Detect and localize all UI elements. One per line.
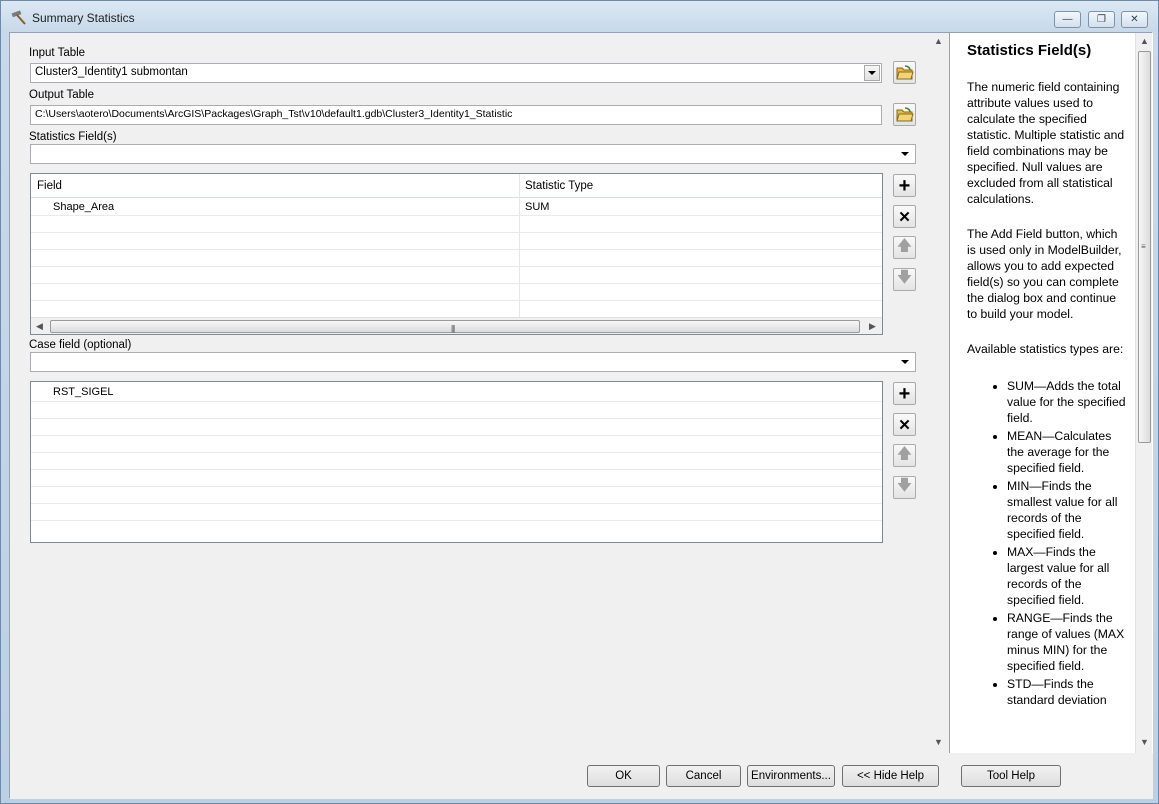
help-paragraph: Available statistics types are: <box>967 342 1124 356</box>
help-paragraph: The numeric field containing attribute v… <box>967 80 1125 206</box>
list-item: SUM—Adds the total value for the specifi… <box>1007 378 1129 426</box>
help-panel: Statistics Field(s) The numeric field co… <box>949 33 1153 753</box>
column-header-statistic-type[interactable]: Statistic Type <box>525 180 593 192</box>
folder-open-icon <box>895 65 914 80</box>
environments-button[interactable]: Environments... <box>747 765 835 787</box>
list-item: MAX—Finds the largest value for all reco… <box>1007 544 1129 608</box>
arrow-down-icon: 🡇 <box>896 477 913 494</box>
list-item[interactable] <box>31 487 882 504</box>
browse-input-button[interactable] <box>893 61 916 84</box>
scrollbar-thumb[interactable]: ||| <box>50 320 860 333</box>
scroll-left-icon[interactable]: ◀ <box>36 321 43 332</box>
list-item[interactable]: RST_SIGEL <box>31 382 882 402</box>
maximize-button[interactable]: ❐ <box>1088 11 1115 28</box>
chevron-down-icon[interactable] <box>897 146 913 162</box>
hide-help-button[interactable]: << Hide Help <box>842 765 939 787</box>
window-title: Summary Statistics <box>32 11 135 25</box>
output-table-input[interactable]: C:\Users\aotero\Documents\ArcGIS\Package… <box>30 105 882 125</box>
table-row[interactable] <box>31 250 882 267</box>
scroll-right-icon[interactable]: ▶ <box>869 321 876 332</box>
statistics-types-list: SUM—Adds the total value for the specifi… <box>967 378 1129 708</box>
scroll-up-icon[interactable]: ▲ <box>934 36 943 46</box>
help-paragraph: The Add Field button, which is used only… <box>967 227 1122 321</box>
input-table-value: Cluster3_Identity1 submontan <box>35 66 188 78</box>
list-item[interactable] <box>31 470 882 487</box>
case-field-label: Case field (optional) <box>29 339 132 351</box>
list-item[interactable] <box>31 504 882 521</box>
arrow-up-icon: 🡅 <box>896 445 913 462</box>
column-header-field[interactable]: Field <box>37 180 62 192</box>
output-table-label: Output Table <box>29 89 95 101</box>
scroll-up-icon[interactable]: ▲ <box>1140 36 1149 46</box>
parameters-vertical-scrollbar[interactable]: ▲ ▼ <box>930 33 947 753</box>
plus-icon: + <box>898 174 911 197</box>
field-cell: Shape_Area <box>53 201 115 213</box>
folder-open-icon <box>895 107 914 122</box>
list-item: RANGE—Finds the range of values (MAX min… <box>1007 610 1129 674</box>
maximize-icon: ❐ <box>1097 14 1106 25</box>
scroll-down-icon[interactable]: ▼ <box>1140 737 1149 747</box>
cancel-button[interactable]: Cancel <box>666 765 741 787</box>
case-field-list[interactable]: RST_SIGEL <box>30 381 883 543</box>
help-title: Statistics Field(s) <box>967 42 1092 59</box>
add-field-button[interactable]: + <box>893 174 916 197</box>
list-item: STD—Finds the standard deviation <box>1007 676 1129 708</box>
table-row[interactable]: Shape_Area SUM <box>31 199 882 216</box>
input-table-dropdown[interactable]: Cluster3_Identity1 submontan <box>30 63 882 83</box>
list-item: MIN—Finds the smallest value for all rec… <box>1007 478 1129 542</box>
output-table-value: C:\Users\aotero\Documents\ArcGIS\Package… <box>35 108 513 120</box>
close-icon: ✕ <box>1130 14 1139 25</box>
arrow-up-icon: 🡅 <box>896 237 913 254</box>
remove-case-field-button[interactable]: ✕ <box>893 413 916 436</box>
case-move-up-button[interactable]: 🡅 <box>893 444 916 467</box>
chevron-down-icon[interactable] <box>897 354 913 370</box>
case-field-dropdown[interactable] <box>30 352 916 372</box>
scroll-down-icon[interactable]: ▼ <box>934 737 943 747</box>
case-move-down-button[interactable]: 🡇 <box>893 476 916 499</box>
summary-statistics-window: Summary Statistics — ❐ ✕ Input Table Clu… <box>0 0 1159 804</box>
dialog-body: Input Table Cluster3_Identity1 submontan… <box>9 32 1153 799</box>
ok-button[interactable]: OK <box>587 765 660 787</box>
minimize-icon: — <box>1062 14 1073 25</box>
chevron-down-icon[interactable] <box>864 65 880 81</box>
table-row[interactable] <box>31 233 882 250</box>
button-bar: OK Cancel Environments... << Hide Help T… <box>10 753 1153 799</box>
title-bar[interactable]: Summary Statistics — ❐ ✕ <box>1 1 1158 33</box>
plus-icon: + <box>898 382 911 405</box>
list-item[interactable] <box>31 521 882 538</box>
statistics-field-dropdown[interactable] <box>30 144 916 164</box>
input-table-label: Input Table <box>29 47 86 59</box>
move-down-button[interactable]: 🡇 <box>893 268 916 291</box>
arrow-down-icon: 🡇 <box>896 269 913 286</box>
delete-icon: ✕ <box>898 416 911 434</box>
delete-icon: ✕ <box>898 208 911 226</box>
parameters-panel: Input Table Cluster3_Identity1 submontan… <box>10 33 947 753</box>
tool-help-button[interactable]: Tool Help <box>961 765 1061 787</box>
table-header: Field Statistic Type <box>31 174 882 198</box>
table-row[interactable] <box>31 216 882 233</box>
browse-output-button[interactable] <box>893 103 916 126</box>
statistics-table[interactable]: Field Statistic Type Shape_Area SUM ◀ ||… <box>30 173 883 335</box>
case-field-item: RST_SIGEL <box>53 386 114 398</box>
statistic-type-cell[interactable]: SUM <box>525 201 549 213</box>
add-case-field-button[interactable]: + <box>893 382 916 405</box>
list-item: MEAN—Calculates the average for the spec… <box>1007 428 1129 476</box>
list-item[interactable] <box>31 453 882 470</box>
close-button[interactable]: ✕ <box>1121 11 1148 28</box>
scrollbar-thumb[interactable]: ≡ <box>1138 51 1151 443</box>
help-vertical-scrollbar[interactable]: ▲ ≡ ▼ <box>1135 33 1152 753</box>
remove-field-button[interactable]: ✕ <box>893 205 916 228</box>
minimize-button[interactable]: — <box>1054 11 1081 28</box>
statistics-fields-label: Statistics Field(s) <box>29 131 117 143</box>
table-row[interactable] <box>31 284 882 301</box>
move-up-button[interactable]: 🡅 <box>893 236 916 259</box>
list-item[interactable] <box>31 419 882 436</box>
list-item[interactable] <box>31 402 882 419</box>
hammer-icon <box>11 10 26 25</box>
list-item[interactable] <box>31 436 882 453</box>
horizontal-scrollbar[interactable]: ◀ ||| ▶ <box>31 317 882 334</box>
table-row[interactable] <box>31 267 882 284</box>
table-row[interactable] <box>31 301 882 318</box>
